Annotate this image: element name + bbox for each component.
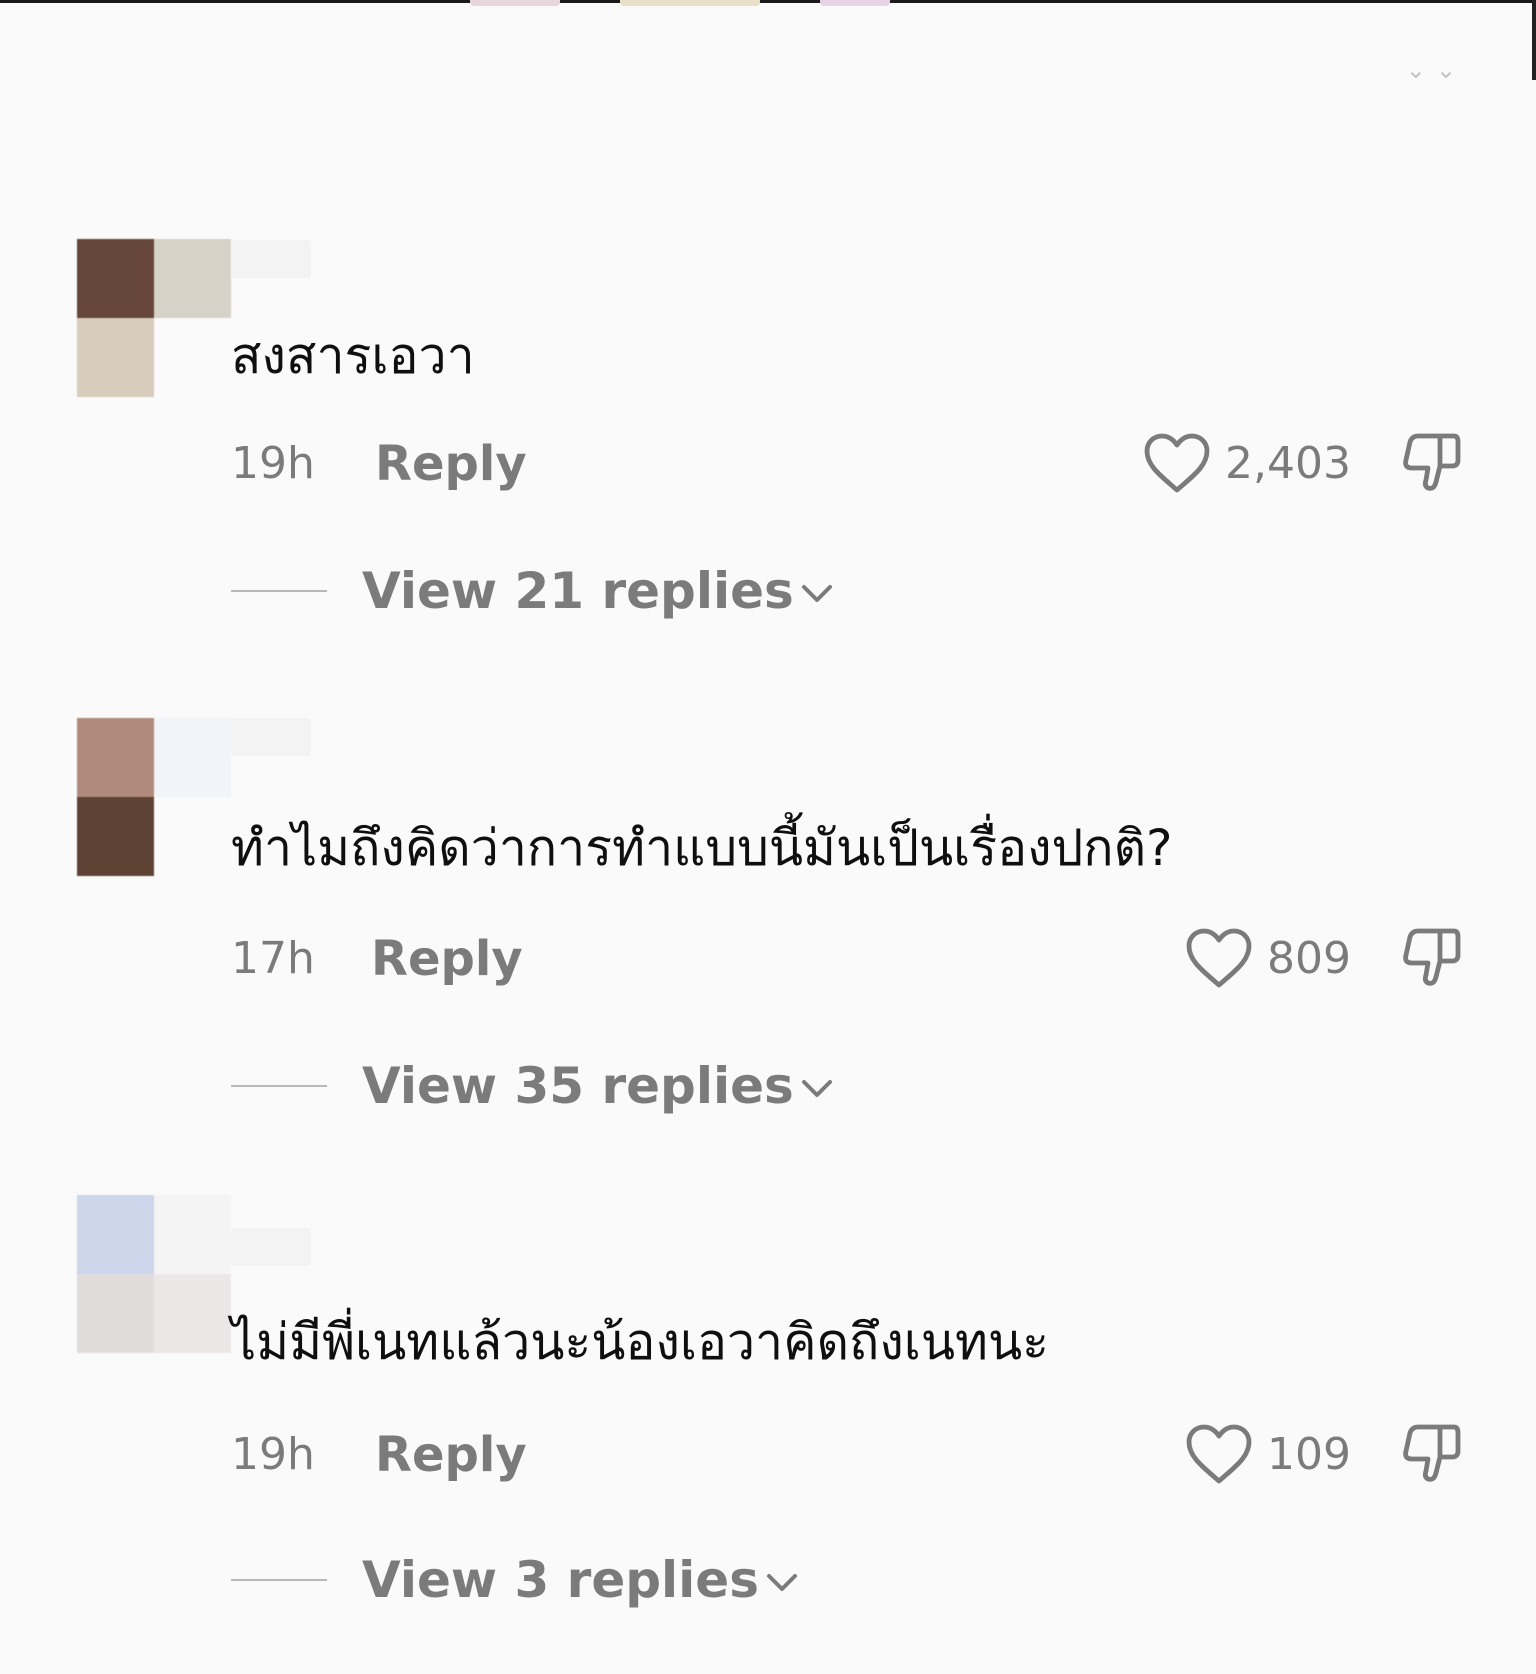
chevron-down-icon: [801, 585, 832, 602]
comment-text: ทำไมถึงคิดว่าการทำแบบนี้มันเป็นเรื่องปกต…: [231, 819, 1173, 877]
avatar[interactable]: [77, 1195, 231, 1353]
chevron-down-icon: [801, 1080, 832, 1097]
reply-button[interactable]: Reply: [375, 1427, 527, 1483]
username-redacted[interactable]: [231, 718, 311, 756]
like-button[interactable]: 109: [1183, 1421, 1351, 1487]
comment-meta: 19h Reply 2,403: [231, 426, 1476, 496]
divider-line: [231, 1085, 327, 1087]
comments-panel: ⌄⌄ สงสารเอวา 19h Reply 2,403 View 21 rep…: [0, 0, 1536, 1674]
like-button[interactable]: 809: [1183, 925, 1351, 991]
comment-time: 17h: [231, 933, 315, 984]
view-replies-label: View 21 replies: [362, 562, 794, 620]
reply-button[interactable]: Reply: [371, 931, 523, 987]
like-count: 809: [1267, 932, 1351, 984]
dislike-button[interactable]: [1394, 1417, 1466, 1493]
dislike-button[interactable]: [1394, 921, 1466, 997]
thumbs-down-outline-icon: [1403, 1424, 1461, 1482]
avatar[interactable]: [77, 718, 231, 876]
like-count: 2,403: [1225, 437, 1351, 489]
comment-meta: 17h Reply 809: [231, 921, 1476, 991]
thumbs-down-outline-icon: [1403, 928, 1461, 986]
like-button[interactable]: 2,403: [1141, 430, 1351, 496]
dislike-button[interactable]: [1394, 426, 1466, 502]
username-redacted[interactable]: [231, 240, 311, 278]
view-replies-label: View 3 replies: [362, 1551, 759, 1609]
username-redacted[interactable]: [231, 1228, 311, 1266]
divider-line: [231, 590, 327, 592]
cropped-header-artifacts: [470, 0, 890, 8]
comment-text: สงสารเอวา: [231, 327, 475, 385]
screen-edge: [1532, 0, 1536, 80]
avatar[interactable]: [77, 239, 231, 397]
chevron-down-icon: [766, 1574, 797, 1591]
heart-outline-icon: [1186, 1424, 1252, 1484]
divider-line: [231, 1579, 327, 1581]
view-replies-button[interactable]: View 21 replies: [231, 562, 834, 620]
heart-outline-icon: [1144, 433, 1210, 493]
comment-meta: 19h Reply 109: [231, 1417, 1476, 1487]
reply-button[interactable]: Reply: [375, 436, 527, 492]
view-replies-label: View 35 replies: [362, 1057, 794, 1115]
heart-outline-icon: [1186, 928, 1252, 988]
comment-time: 19h: [231, 1429, 315, 1480]
dismiss-icon[interactable]: ⌄⌄: [1406, 56, 1466, 84]
thumbs-down-outline-icon: [1403, 433, 1461, 491]
view-replies-button[interactable]: View 3 replies: [231, 1551, 799, 1609]
like-count: 109: [1267, 1428, 1351, 1480]
comment-text: ไม่มีพี่เนทแล้วนะน้องเอวาคิดถึงเนทนะ: [231, 1313, 1049, 1371]
view-replies-button[interactable]: View 35 replies: [231, 1057, 834, 1115]
comment-time: 19h: [231, 438, 315, 489]
